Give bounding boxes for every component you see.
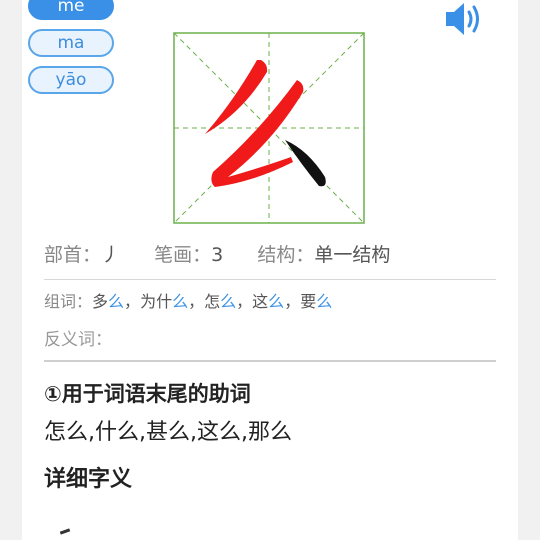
pinyin-button-yao[interactable]: yāo: [28, 66, 114, 94]
divider: [44, 279, 496, 280]
word-link[interactable]: 这么: [252, 292, 284, 311]
antonym-label: 反义词：: [44, 330, 112, 350]
strokes-value: 3: [211, 244, 224, 266]
structure-label: 结构：: [257, 244, 315, 266]
definition-examples: 怎么,什么,甚么,这么,那么: [44, 420, 292, 445]
word-combinations: 组词：多么，为什么，怎么，这么，要么: [44, 292, 333, 311]
speaker-icon[interactable]: [442, 0, 486, 38]
pinyin-button-me[interactable]: me: [28, 0, 114, 20]
words-label: 组词：: [44, 292, 93, 311]
word-link[interactable]: 要么: [300, 292, 332, 311]
divider: [44, 360, 496, 362]
stroke-order-grid: [173, 32, 365, 224]
word-link[interactable]: 为什么: [140, 292, 188, 311]
radical-label: 部首：: [44, 244, 102, 266]
word-link[interactable]: 多么: [92, 292, 124, 311]
structure-value: 单一结构: [314, 244, 391, 266]
word-link[interactable]: 怎么: [204, 292, 236, 311]
detail-title: 详细字义: [44, 467, 133, 492]
radical-value: 丿: [101, 244, 121, 266]
character-info: 部首：丿 笔画：3 结构：单一结构: [44, 240, 390, 267]
strokes-label: 笔画：: [154, 244, 212, 266]
definition-title: ①用于词语末尾的助词: [44, 382, 251, 406]
pinyin-button-ma[interactable]: ma: [28, 29, 114, 57]
